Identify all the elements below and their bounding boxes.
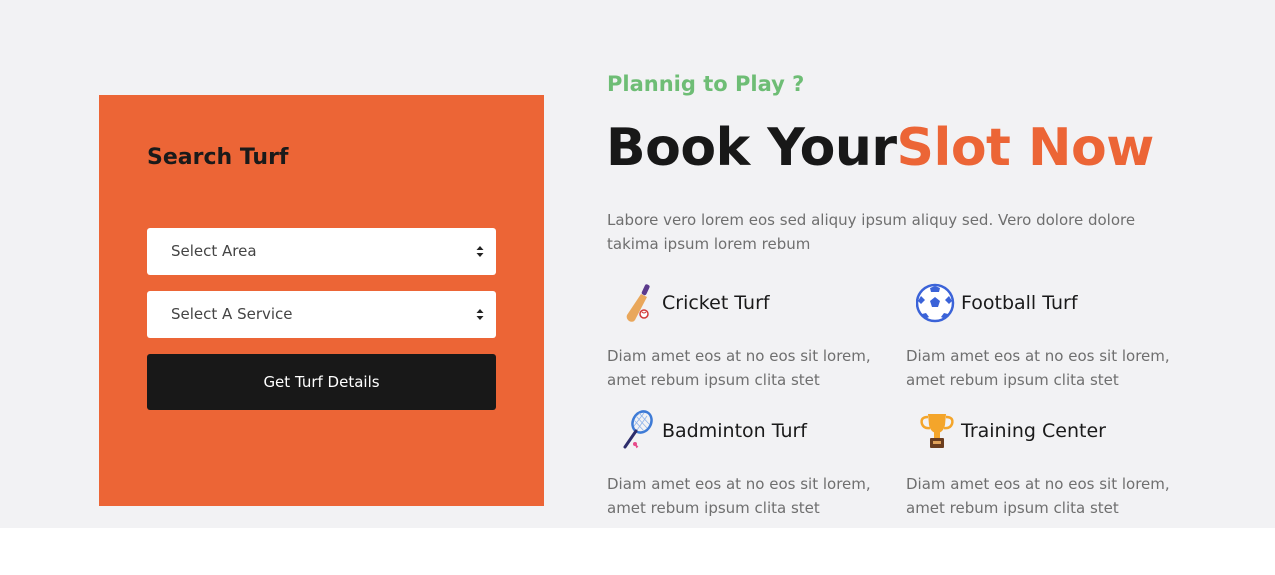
feature-description: Diam amet eos at no eos sit lorem, amet … (906, 475, 1170, 517)
get-turf-details-button[interactable]: Get Turf Details (147, 354, 496, 410)
booking-section: Search Turf Select Area Select A Service… (0, 0, 1275, 528)
trophy-icon (920, 414, 954, 448)
tagline: Plannig to Play ? (607, 72, 805, 96)
headline-accent: Slot Now (896, 118, 1155, 178)
area-select[interactable]: Select Area (147, 228, 496, 275)
feature-description: Diam amet eos at no eos sit lorem, amet … (906, 347, 1170, 389)
feature-title: Training Center (961, 420, 1106, 442)
page-headline: Book YourSlot Now (606, 118, 1154, 178)
badminton-racket-icon (623, 410, 653, 449)
cricket-bat-icon (626, 284, 650, 322)
search-turf-card: Search Turf Select Area Select A Service… (99, 95, 544, 506)
feature-title: Cricket Turf (662, 292, 770, 314)
select-caret-icon (476, 246, 484, 257)
feature-description: Diam amet eos at no eos sit lorem, amet … (607, 475, 871, 517)
search-turf-title: Search Turf (147, 145, 289, 170)
feature-description: Diam amet eos at no eos sit lorem, amet … (607, 347, 871, 389)
headline-part1: Book Your (606, 118, 897, 178)
feature-title: Badminton Turf (662, 420, 807, 442)
select-caret-icon (476, 309, 484, 320)
area-select-value: Select Area (171, 242, 257, 260)
service-select-value: Select A Service (171, 305, 293, 323)
feature-title: Football Turf (961, 292, 1078, 314)
service-select[interactable]: Select A Service (147, 291, 496, 338)
intro-paragraph: Labore vero lorem eos sed aliquy ipsum a… (607, 211, 1136, 253)
football-icon (916, 283, 955, 323)
